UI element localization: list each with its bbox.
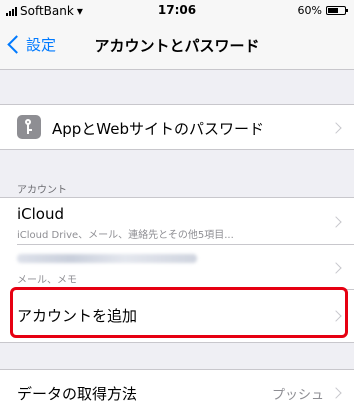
battery-percent: 60% [297, 4, 322, 17]
fetch-label: データの取得方法 [17, 385, 138, 403]
redacted-account-name [17, 254, 197, 263]
chevron-right-icon [330, 262, 342, 274]
account-subtitle: メール、メモ [17, 275, 77, 286]
add-account-label: アカウントを追加 [17, 307, 138, 325]
passwords-group: AppとWebサイトのパスワード [0, 104, 354, 150]
accounts-group: iCloud iCloud Drive、メール、連絡先とその他5項目... メー… [0, 197, 354, 343]
chevron-right-icon [330, 387, 342, 399]
chevron-right-icon [330, 310, 342, 322]
section-header-accounts: アカウント [17, 185, 67, 196]
passwords-row[interactable]: AppとWebサイトのパスワード [0, 105, 354, 149]
account-subtitle: iCloud Drive、メール、連絡先とその他5項目... [17, 230, 234, 241]
fetch-group: データの取得方法 プッシュ [0, 369, 354, 414]
add-account-row[interactable]: アカウントを追加 [0, 289, 354, 342]
battery-icon [326, 6, 348, 15]
account-title: iCloud [17, 205, 65, 223]
fetch-value: プッシュ [271, 388, 324, 403]
chevron-right-icon [330, 122, 342, 134]
navigation-bar: 設定 アカウントとパスワード [0, 20, 354, 70]
battery-status: 60% [297, 4, 348, 17]
fetch-row[interactable]: データの取得方法 プッシュ [0, 370, 354, 414]
status-bar: SoftBank ▾ 17:06 60% [0, 0, 354, 20]
page-title: アカウントとパスワード [94, 37, 260, 55]
passwords-label: AppとWebサイトのパスワード [52, 120, 265, 138]
account-row-mail[interactable]: メール、メモ [0, 244, 354, 289]
key-icon [17, 115, 41, 139]
chevron-right-icon [330, 216, 342, 228]
account-row-icloud[interactable]: iCloud iCloud Drive、メール、連絡先とその他5項目... [0, 198, 354, 244]
